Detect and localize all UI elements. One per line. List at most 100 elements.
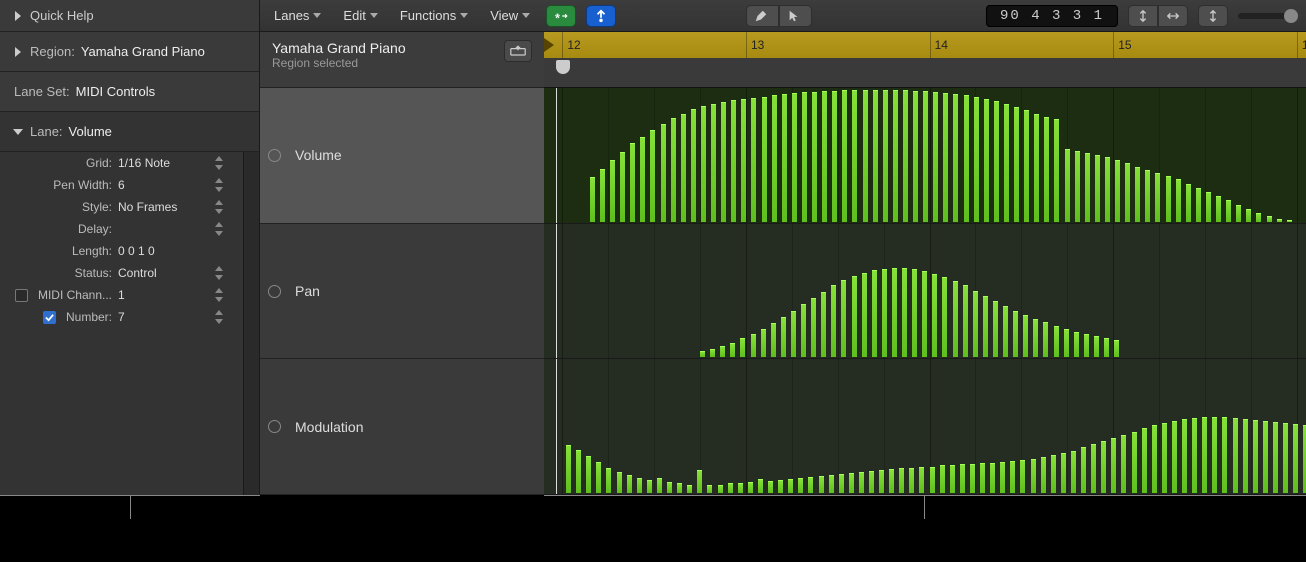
param-midichannel[interactable]: MIDI Chann... 1 [0, 284, 243, 306]
event-bar[interactable] [566, 445, 571, 493]
event-bar[interactable] [1013, 311, 1018, 358]
event-bar[interactable] [1192, 418, 1197, 493]
event-bar[interactable] [1222, 417, 1227, 493]
lane-grid[interactable]: 1213141516 [544, 32, 1306, 495]
event-bar[interactable] [984, 99, 989, 222]
event-bar[interactable] [1287, 220, 1292, 222]
event-bar[interactable] [1041, 457, 1046, 493]
event-bar[interactable] [738, 483, 743, 493]
event-bar[interactable] [600, 169, 605, 222]
event-bar[interactable] [892, 268, 897, 357]
chevron-right-icon[interactable] [10, 44, 26, 60]
event-bar[interactable] [1145, 170, 1150, 222]
menu-functions[interactable]: Functions [394, 5, 474, 26]
event-bar[interactable] [610, 160, 615, 222]
stepper-icon[interactable] [213, 288, 223, 302]
event-bar[interactable] [710, 349, 715, 357]
event-bar[interactable] [839, 474, 844, 493]
param-style[interactable]: Style: No Frames [0, 196, 243, 218]
lane-area-pan[interactable] [544, 224, 1306, 360]
event-bar[interactable] [863, 90, 868, 221]
event-bar[interactable] [681, 114, 686, 222]
event-bar[interactable] [711, 104, 716, 222]
event-bar[interactable] [697, 470, 702, 493]
event-bar[interactable] [932, 274, 937, 358]
vertical-zoom-button[interactable] [1198, 5, 1228, 27]
event-bar[interactable] [841, 280, 846, 357]
event-bar[interactable] [889, 469, 894, 493]
event-bar[interactable] [1155, 173, 1160, 222]
event-bar[interactable] [909, 468, 914, 493]
event-bar[interactable] [1135, 167, 1140, 222]
event-bar[interactable] [1091, 444, 1096, 493]
slider-knob[interactable] [1284, 9, 1298, 23]
event-bar[interactable] [1162, 423, 1167, 493]
event-bar[interactable] [821, 292, 826, 358]
event-bar[interactable] [596, 462, 601, 493]
event-bar[interactable] [942, 277, 947, 358]
horizontal-auto-zoom-button[interactable] [1158, 5, 1188, 27]
lane-row-header[interactable]: Lane: Volume [0, 112, 259, 152]
event-bar[interactable] [1233, 418, 1238, 493]
record-enable-icon[interactable] [268, 285, 281, 298]
lane-header-modulation[interactable]: Modulation [260, 359, 544, 495]
event-bar[interactable] [1253, 420, 1258, 493]
event-bar[interactable] [1044, 117, 1049, 222]
event-bar[interactable] [1273, 422, 1278, 493]
event-bar[interactable] [1034, 114, 1039, 222]
event-bar[interactable] [758, 479, 763, 493]
event-bar[interactable] [1256, 213, 1261, 221]
event-bar[interactable] [953, 94, 958, 221]
event-bar[interactable] [1115, 160, 1120, 222]
event-bar[interactable] [980, 463, 985, 493]
event-bar[interactable] [740, 338, 745, 357]
horizontal-zoom-slider[interactable] [1238, 13, 1298, 19]
cycle-start-icon[interactable] [544, 38, 554, 52]
event-bar[interactable] [990, 463, 995, 493]
event-bar[interactable] [701, 106, 706, 222]
quick-help-row[interactable]: Quick Help [0, 0, 259, 32]
lane-area-modulation[interactable] [544, 359, 1306, 495]
event-bar[interactable] [970, 464, 975, 493]
event-bar[interactable] [730, 343, 735, 358]
event-bar[interactable] [677, 483, 682, 493]
event-bar[interactable] [630, 143, 635, 221]
lane-header-volume[interactable]: Volume [260, 88, 544, 224]
event-bar[interactable] [1104, 338, 1109, 357]
tool-selector-left[interactable] [746, 5, 812, 27]
event-bar[interactable] [953, 281, 958, 357]
event-bar[interactable] [1132, 432, 1137, 494]
event-bar[interactable] [829, 475, 834, 493]
event-bar[interactable] [943, 93, 948, 221]
event-bar[interactable] [1186, 184, 1191, 222]
event-bar[interactable] [883, 90, 888, 221]
event-bar[interactable] [1085, 153, 1090, 222]
region-row[interactable]: Region: Yamaha Grand Piano [0, 32, 259, 72]
event-bar[interactable] [718, 485, 723, 493]
event-bar[interactable] [772, 95, 777, 221]
event-bar[interactable] [1212, 417, 1217, 493]
event-bar[interactable] [751, 334, 756, 357]
event-bar[interactable] [1263, 421, 1268, 493]
param-penwidth[interactable]: Pen Width: 6 [0, 174, 243, 196]
event-bar[interactable] [691, 109, 696, 221]
event-bar[interactable] [1142, 428, 1147, 493]
event-bar[interactable] [620, 152, 625, 222]
event-bar[interactable] [1206, 192, 1211, 222]
event-bar[interactable] [667, 482, 672, 493]
event-bar[interactable] [1196, 188, 1201, 222]
event-bar[interactable] [983, 296, 988, 358]
event-bar[interactable] [802, 92, 807, 221]
event-bar[interactable] [791, 311, 796, 358]
event-bar[interactable] [700, 351, 705, 357]
event-bar[interactable] [869, 471, 874, 493]
event-bar[interactable] [1054, 119, 1059, 222]
event-bar[interactable] [1216, 196, 1221, 221]
event-bar[interactable] [751, 98, 756, 222]
stepper-icon[interactable] [213, 200, 223, 214]
event-bar[interactable] [798, 478, 803, 493]
event-bar[interactable] [1033, 319, 1038, 357]
event-bar[interactable] [721, 102, 726, 222]
event-bar[interactable] [859, 472, 864, 493]
event-bar[interactable] [741, 99, 746, 222]
